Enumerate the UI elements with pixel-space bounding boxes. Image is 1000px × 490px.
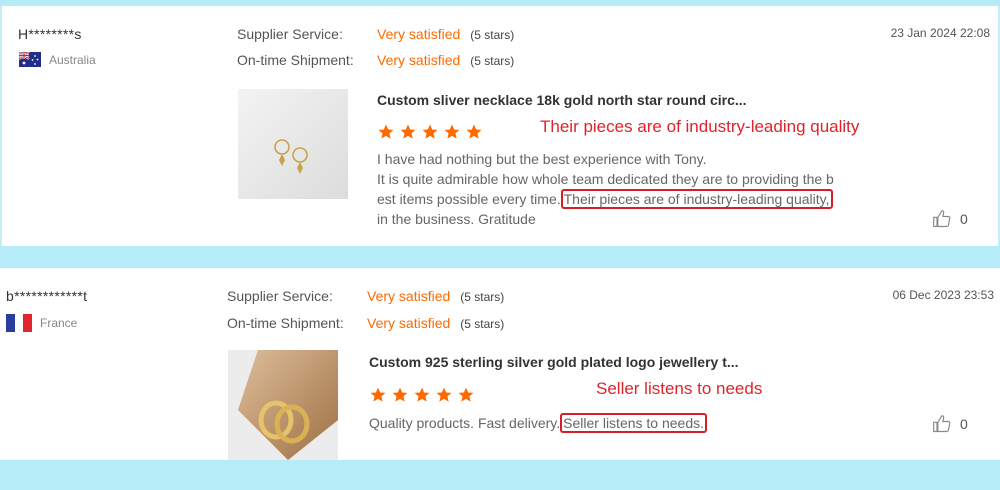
product-thumbnail[interactable] — [228, 350, 338, 460]
review-line: est items possible every time. — [377, 191, 561, 207]
product-thumbnail[interactable] — [238, 89, 348, 199]
thumbs-up-icon — [933, 415, 951, 433]
on-time-shipment-stars: (5 stars) — [470, 54, 515, 68]
star-icon — [422, 124, 438, 139]
review-text: I have had nothing but the best experien… — [377, 149, 877, 229]
on-time-shipment-label: On-time Shipment: — [227, 315, 344, 331]
reviewer-name: b************t — [6, 288, 88, 304]
star-icon — [444, 124, 460, 139]
on-time-shipment-stars: (5 stars) — [460, 317, 505, 331]
review-line: in the business. Gratitude — [377, 211, 536, 227]
thumbs-up-icon — [933, 210, 951, 228]
review-card: H********s Australia Supplier Service: V… — [0, 6, 1000, 246]
on-time-shipment-value: Very satisfied — [377, 52, 461, 68]
review-star-rating — [377, 123, 483, 141]
like-count: 0 — [960, 416, 968, 432]
on-time-shipment-label: On-time Shipment: — [237, 52, 354, 68]
supplier-service-stars: (5 stars) — [470, 28, 515, 42]
reviewer-name: H********s — [18, 26, 82, 42]
star-icon — [436, 387, 452, 402]
supplier-service-label: Supplier Service: — [237, 26, 343, 42]
supplier-service-rating: Supplier Service: Very satisfied (5 star… — [227, 288, 504, 304]
review-date: 23 Jan 2024 22:08 — [890, 26, 990, 40]
review-date: 06 Dec 2023 23:53 — [892, 288, 994, 302]
star-icon — [392, 387, 408, 402]
on-time-shipment-rating: On-time Shipment: Very satisfied (5 star… — [227, 315, 504, 331]
star-icon — [378, 124, 394, 139]
reviewer-country: Australia — [19, 52, 96, 67]
supplier-service-stars: (5 stars) — [460, 290, 505, 304]
star-icon — [414, 387, 430, 402]
star-icon — [458, 387, 474, 402]
product-title-link[interactable]: Custom sliver necklace 18k gold north st… — [377, 92, 747, 108]
country-label: Australia — [49, 52, 96, 67]
country-label: France — [40, 316, 78, 330]
star-icon — [400, 124, 416, 139]
on-time-shipment-rating: On-time Shipment: Very satisfied (5 star… — [237, 52, 514, 68]
supplier-service-value: Very satisfied — [377, 26, 461, 42]
review-highlight-box: Their pieces are of industry-leading qua… — [560, 189, 833, 209]
review-star-rating — [369, 386, 475, 404]
reviewer-country: France — [6, 314, 77, 332]
like-button[interactable]: 0 — [932, 209, 968, 229]
australia-flag-icon — [19, 52, 41, 67]
supplier-service-rating: Supplier Service: Very satisfied (5 star… — [237, 26, 514, 42]
review-card: b************t France Supplier Service: … — [0, 268, 1000, 460]
star-icon — [370, 387, 386, 402]
review-line: It is quite admirable how whole team ded… — [377, 171, 834, 187]
supplier-service-value: Very satisfied — [367, 288, 451, 304]
review-line: Quality products. Fast delivery. — [369, 415, 561, 431]
review-highlight-box: Seller listens to needs. — [560, 413, 708, 433]
like-count: 0 — [960, 211, 968, 227]
on-time-shipment-value: Very satisfied — [367, 315, 451, 331]
highlight-annotation: Seller listens to needs — [596, 379, 763, 398]
star-icon — [466, 124, 482, 139]
review-line: I have had nothing but the best experien… — [377, 151, 707, 167]
supplier-service-label: Supplier Service: — [227, 288, 333, 304]
highlight-annotation: Their pieces are of industry-leading qua… — [540, 117, 860, 136]
france-flag-icon — [6, 314, 32, 332]
product-title-link[interactable]: Custom 925 sterling silver gold plated l… — [369, 354, 739, 370]
like-button[interactable]: 0 — [932, 414, 968, 434]
review-text: Quality products. Fast delivery. Seller l… — [369, 413, 869, 433]
